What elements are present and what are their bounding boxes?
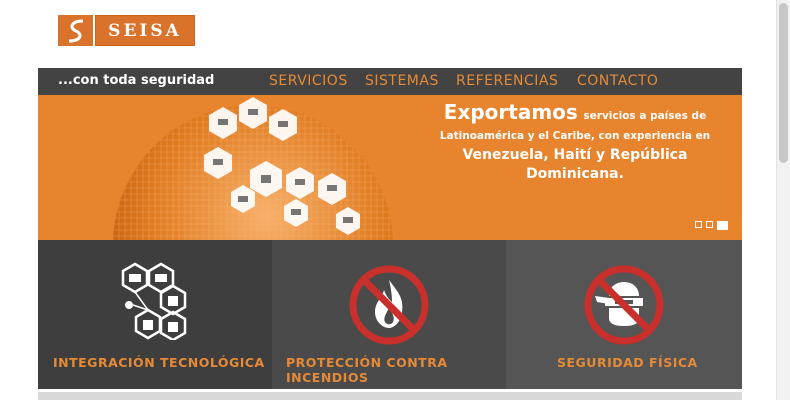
card-title: PROTECCIÓN CONTRA INCENDIOS: [286, 355, 448, 385]
card-title: INTEGRACIÓN TECNOLÓGICA: [53, 355, 265, 370]
slider-dot-2[interactable]: [706, 221, 713, 228]
nav-contacto[interactable]: CONTACTO: [577, 73, 658, 89]
hero-banner: Exportamos servicios a países de Latinoa…: [38, 95, 742, 240]
card-title: SEGURIDAD FÍSICA: [557, 355, 698, 370]
logo-s-icon: [58, 15, 93, 46]
banner-line1: servicios a países de: [583, 110, 707, 122]
logo-text: SEISA: [95, 15, 195, 46]
banner-headline: Exportamos: [443, 100, 578, 124]
slider-dot-1[interactable]: [695, 221, 702, 228]
globe-illustration: [113, 97, 393, 240]
nav-referencias[interactable]: REFERENCIAS: [456, 73, 558, 89]
banner-message: Exportamos servicios a países de Latinoa…: [410, 100, 740, 184]
scrollbar-thumb[interactable]: [779, 3, 788, 163]
slider-dots: [695, 221, 728, 230]
vertical-scrollbar[interactable]: [776, 0, 790, 400]
network-hexagon-icon: [121, 262, 187, 340]
card-integracion[interactable]: INTEGRACIÓN TECNOLÓGICA: [38, 240, 272, 389]
banner-line4: Dominicana.: [526, 166, 624, 182]
tagline: ...con toda seguridad: [58, 73, 215, 88]
card-incendios[interactable]: PROTECCIÓN CONTRA INCENDIOS: [272, 240, 506, 389]
nav-servicios[interactable]: SERVICIOS: [269, 73, 348, 89]
content-below-strip: [38, 392, 742, 400]
card-seguridad[interactable]: SEGURIDAD FÍSICA: [506, 240, 742, 389]
banner-line2: Latinoamérica y el Caribe, con experienc…: [439, 130, 711, 142]
banner-line3: Venezuela, Haití y República: [462, 147, 688, 163]
slider-dot-3[interactable]: [717, 221, 728, 230]
no-thief-icon: [584, 265, 664, 345]
seisa-logo[interactable]: SEISA: [58, 15, 195, 46]
nav-sistemas[interactable]: SISTEMAS: [365, 73, 439, 89]
top-navigation: ...con toda seguridad SERVICIOS SISTEMAS…: [38, 68, 742, 95]
no-fire-icon: [349, 265, 429, 345]
